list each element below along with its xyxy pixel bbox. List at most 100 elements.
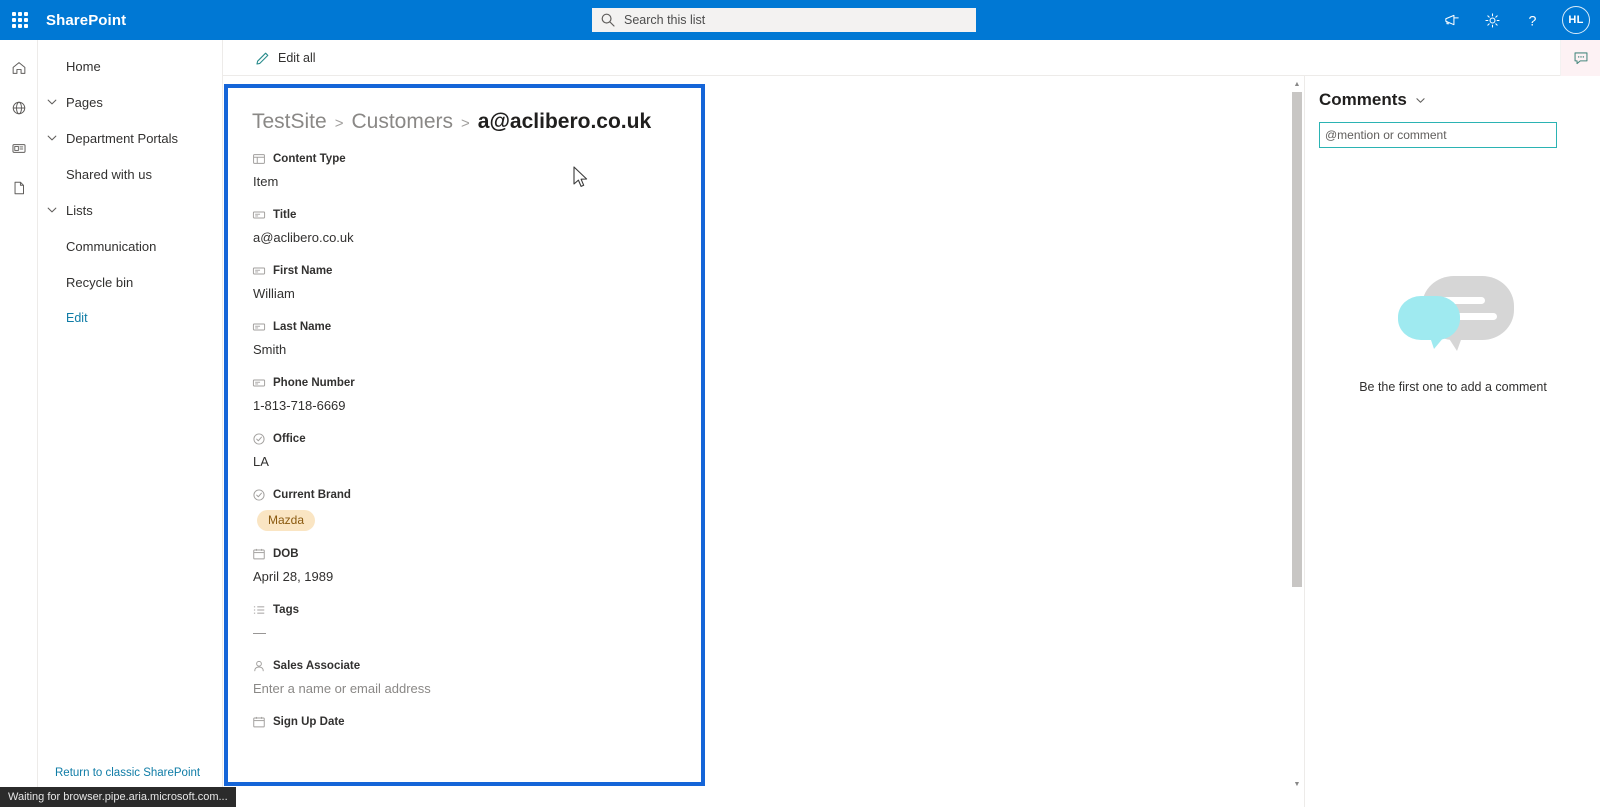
field-label-row: Content Type (252, 152, 677, 166)
rail-item-news[interactable] (0, 128, 38, 168)
sharepoint-app-window: SharePoint Search this list ? HL Home Pa… (0, 0, 1600, 807)
rail-item-home[interactable] (0, 48, 38, 88)
return-to-classic-link[interactable]: Return to classic SharePoint (38, 767, 223, 779)
field-label: DOB (273, 548, 299, 560)
sidebar-item-label: Recycle bin (66, 274, 134, 290)
sidebar-item-communication[interactable]: Communication (38, 228, 222, 264)
list-item-form-panel: TestSite > Customers > a@aclibero.co.uk … (228, 88, 701, 782)
search-box[interactable] (592, 8, 976, 32)
comments-pane: Comments Be the first one to add a comme… (1304, 76, 1600, 807)
field-first-name: First Name William (252, 264, 677, 304)
field-value-office[interactable]: LA (252, 454, 677, 472)
field-last-name: Last Name Smith (252, 320, 677, 360)
field-label: Tags (273, 604, 299, 616)
toggle-comments-button[interactable] (1560, 40, 1600, 76)
field-value-sales-associate[interactable]: Enter a name or email address (252, 681, 677, 699)
sidebar-item-department-portals[interactable]: Department Portals (38, 120, 222, 156)
field-value-title[interactable]: a@aclibero.co.uk (252, 230, 677, 248)
comments-empty-text: Be the first one to add a comment (1359, 380, 1547, 394)
app-launcher-button[interactable] (0, 0, 40, 40)
rail-item-sites[interactable] (0, 88, 38, 128)
help-button[interactable]: ? (1512, 0, 1552, 40)
field-label-row: Phone Number (252, 376, 677, 390)
comments-empty-state: Be the first one to add a comment (1305, 272, 1600, 394)
breadcrumb-separator: > (334, 115, 344, 132)
site-navigation: Home Pages Department Portals Shared wit… (38, 40, 223, 807)
breadcrumb-list[interactable]: Customers (351, 110, 453, 134)
textbox-icon (252, 211, 266, 219)
comment-input[interactable] (1325, 128, 1551, 142)
sidebar-item-label: Department Portals (66, 130, 178, 146)
breadcrumb-site[interactable]: TestSite (252, 110, 327, 134)
form-scrollbar[interactable]: ▲ ▼ (1291, 78, 1303, 790)
field-value-dob[interactable]: April 28, 1989 (252, 569, 677, 587)
sidebar-item-label: Communication (66, 238, 157, 254)
breadcrumb-separator: > (461, 115, 470, 132)
field-label-row: Title (252, 208, 677, 222)
field-label-row: Sign Up Date (252, 715, 677, 729)
field-label: Last Name (273, 321, 332, 333)
field-value-phone-number[interactable]: 1-813-718-6669 (252, 398, 677, 416)
settings-button[interactable] (1472, 0, 1512, 40)
document-icon (14, 181, 24, 195)
field-label-row: First Name (252, 264, 677, 278)
sidebar-item-shared-with-us[interactable]: Shared with us (38, 156, 222, 192)
scroll-up-arrow[interactable]: ▲ (1291, 78, 1303, 90)
comments-icon (1574, 52, 1587, 65)
textbox-icon (252, 267, 266, 275)
textbox-icon (252, 323, 266, 331)
field-current-brand: Current Brand Mazda (252, 488, 677, 531)
cyan-speech-bubble-icon (1398, 296, 1460, 349)
field-value-content-type[interactable]: Item (252, 174, 677, 192)
field-content-type: Content Type Item (252, 152, 677, 192)
news-icon (12, 144, 26, 153)
field-value-first-name[interactable]: William (252, 286, 677, 304)
search-icon (601, 13, 615, 27)
field-dob: DOB April 28, 1989 (252, 547, 677, 587)
sidebar-item-label: Edit (66, 311, 88, 325)
choice-icon (253, 433, 265, 445)
sidebar-item-home[interactable]: Home (38, 48, 222, 84)
field-label: Title (273, 209, 297, 221)
field-value-tags[interactable]: — (252, 625, 677, 643)
field-value-current-brand[interactable]: Mazda (252, 510, 677, 531)
chevron-down-icon[interactable] (1414, 94, 1427, 107)
status-badge: Mazda (257, 510, 316, 531)
field-label: Content Type (273, 153, 346, 165)
edit-all-button[interactable]: Edit all (245, 40, 326, 76)
person-icon (254, 660, 264, 672)
sharepoint-brand-link[interactable]: SharePoint (46, 12, 126, 29)
textbox-icon (252, 379, 266, 387)
comment-input-box[interactable] (1319, 122, 1557, 148)
field-office: Office LA (252, 432, 677, 472)
search-input[interactable] (624, 13, 968, 27)
field-sign-up-date: Sign Up Date (252, 715, 677, 729)
list-icon (253, 606, 265, 614)
field-label: Current Brand (273, 489, 351, 501)
field-label: Phone Number (273, 377, 355, 389)
megaphone-button[interactable] (1432, 0, 1472, 40)
sidebar-item-pages[interactable]: Pages (38, 84, 222, 120)
megaphone-icon (1444, 14, 1459, 25)
waffle-icon (12, 12, 28, 28)
field-label-row: DOB (252, 547, 677, 561)
help-icon: ? (1528, 13, 1536, 29)
field-label: First Name (273, 265, 333, 277)
chevron-down-icon (47, 99, 57, 105)
user-avatar-button[interactable]: HL (1552, 0, 1600, 40)
field-tags: Tags — (252, 603, 677, 643)
scrollbar-thumb[interactable] (1292, 92, 1302, 587)
scroll-down-arrow[interactable]: ▼ (1291, 778, 1303, 790)
avatar: HL (1562, 6, 1590, 34)
field-phone-number: Phone Number 1-813-718-6669 (252, 376, 677, 416)
field-value-last-name[interactable]: Smith (252, 342, 677, 360)
svg-text:?: ? (1528, 13, 1536, 29)
chevron-down-icon (47, 207, 57, 213)
rail-item-files[interactable] (0, 168, 38, 208)
sidebar-item-recycle-bin[interactable]: Recycle bin (38, 264, 222, 300)
edit-all-label: Edit all (278, 50, 316, 65)
suite-actions: ? HL (1432, 0, 1600, 40)
sidebar-item-edit[interactable]: Edit (38, 300, 222, 336)
sidebar-item-lists[interactable]: Lists (38, 192, 222, 228)
speech-bubbles-illustration (1388, 272, 1518, 362)
